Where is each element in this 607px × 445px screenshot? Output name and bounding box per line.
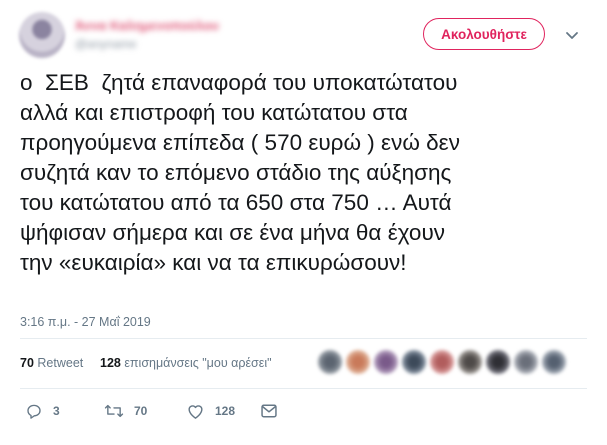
like-button[interactable]: 128 <box>186 400 235 422</box>
heart-icon <box>188 405 203 419</box>
liker-avatar[interactable] <box>430 350 454 374</box>
like-stat-label: επισημάνσεις "μου αρέσει" <box>124 356 272 370</box>
tweet-text-line: ο ΣΕΒ ζητά επαναφορά του υποκατώτατου <box>20 70 458 95</box>
tweet-text-line: ψήφισαν σήμερα και σε ένα μήνα θα έχουν <box>20 220 445 245</box>
tweet-text-line: του κατώτατου από τα 650 στα 750 … Αυτά <box>20 190 452 215</box>
chevron-down-icon[interactable] <box>563 26 581 44</box>
liker-avatar[interactable] <box>458 350 482 374</box>
retweet-stat-count: 70 <box>20 356 34 370</box>
user-handle[interactable]: @anyname <box>75 37 137 51</box>
retweet-icon <box>104 404 124 418</box>
liker-avatar[interactable] <box>486 350 510 374</box>
liker-avatar[interactable] <box>346 350 370 374</box>
retweet-button[interactable]: 70 <box>104 400 147 422</box>
tweet-text-line: την «ευκαιρία» και να τα επικυρώσουν! <box>20 250 407 275</box>
tweet-text-line: αλλά και επιστροφή του κατώτατου στα <box>20 100 408 125</box>
retweet-count: 70 <box>134 404 148 418</box>
tweet-card: Άννα Καλημενοπούλου @anyname Ακολουθήστε… <box>0 0 607 445</box>
liker-avatar[interactable] <box>514 350 538 374</box>
divider <box>20 338 587 339</box>
direct-message-icon <box>261 404 277 418</box>
retweet-stat-label: Retweet <box>37 356 84 370</box>
like-count: 128 <box>215 404 236 418</box>
liker-avatar[interactable] <box>318 350 342 374</box>
follow-button[interactable]: Ακολουθήστε <box>423 18 545 50</box>
reply-button[interactable]: 3 <box>25 400 60 422</box>
like-stat[interactable]: 128 επισημάνσεις "μου αρέσει" <box>100 356 272 370</box>
tweet-text-line: συζητά καν το επόμενο στάδιο της αύξησης <box>20 160 452 185</box>
display-name[interactable]: Άννα Καλημενοπούλου <box>75 18 219 33</box>
divider <box>20 388 587 389</box>
reply-count: 3 <box>53 404 60 418</box>
like-stat-count: 128 <box>100 356 121 370</box>
tweet-text: ο ΣΕΒ ζητά επαναφορά του υποκατώτατου αλ… <box>20 68 590 278</box>
liker-avatar[interactable] <box>374 350 398 374</box>
liker-avatar[interactable] <box>542 350 566 374</box>
avatar[interactable] <box>19 12 65 58</box>
liker-avatar[interactable] <box>402 350 426 374</box>
tweet-timestamp[interactable]: 3:16 π.μ. - 27 Μαΐ 2019 <box>20 315 151 329</box>
direct-message-button[interactable] <box>260 400 278 422</box>
retweet-stat[interactable]: 70 Retweet <box>20 356 83 370</box>
reply-icon <box>27 404 41 419</box>
tweet-text-line: προηγούμενα επίπεδα ( 570 ευρώ ) ενώ δεν <box>20 130 460 155</box>
